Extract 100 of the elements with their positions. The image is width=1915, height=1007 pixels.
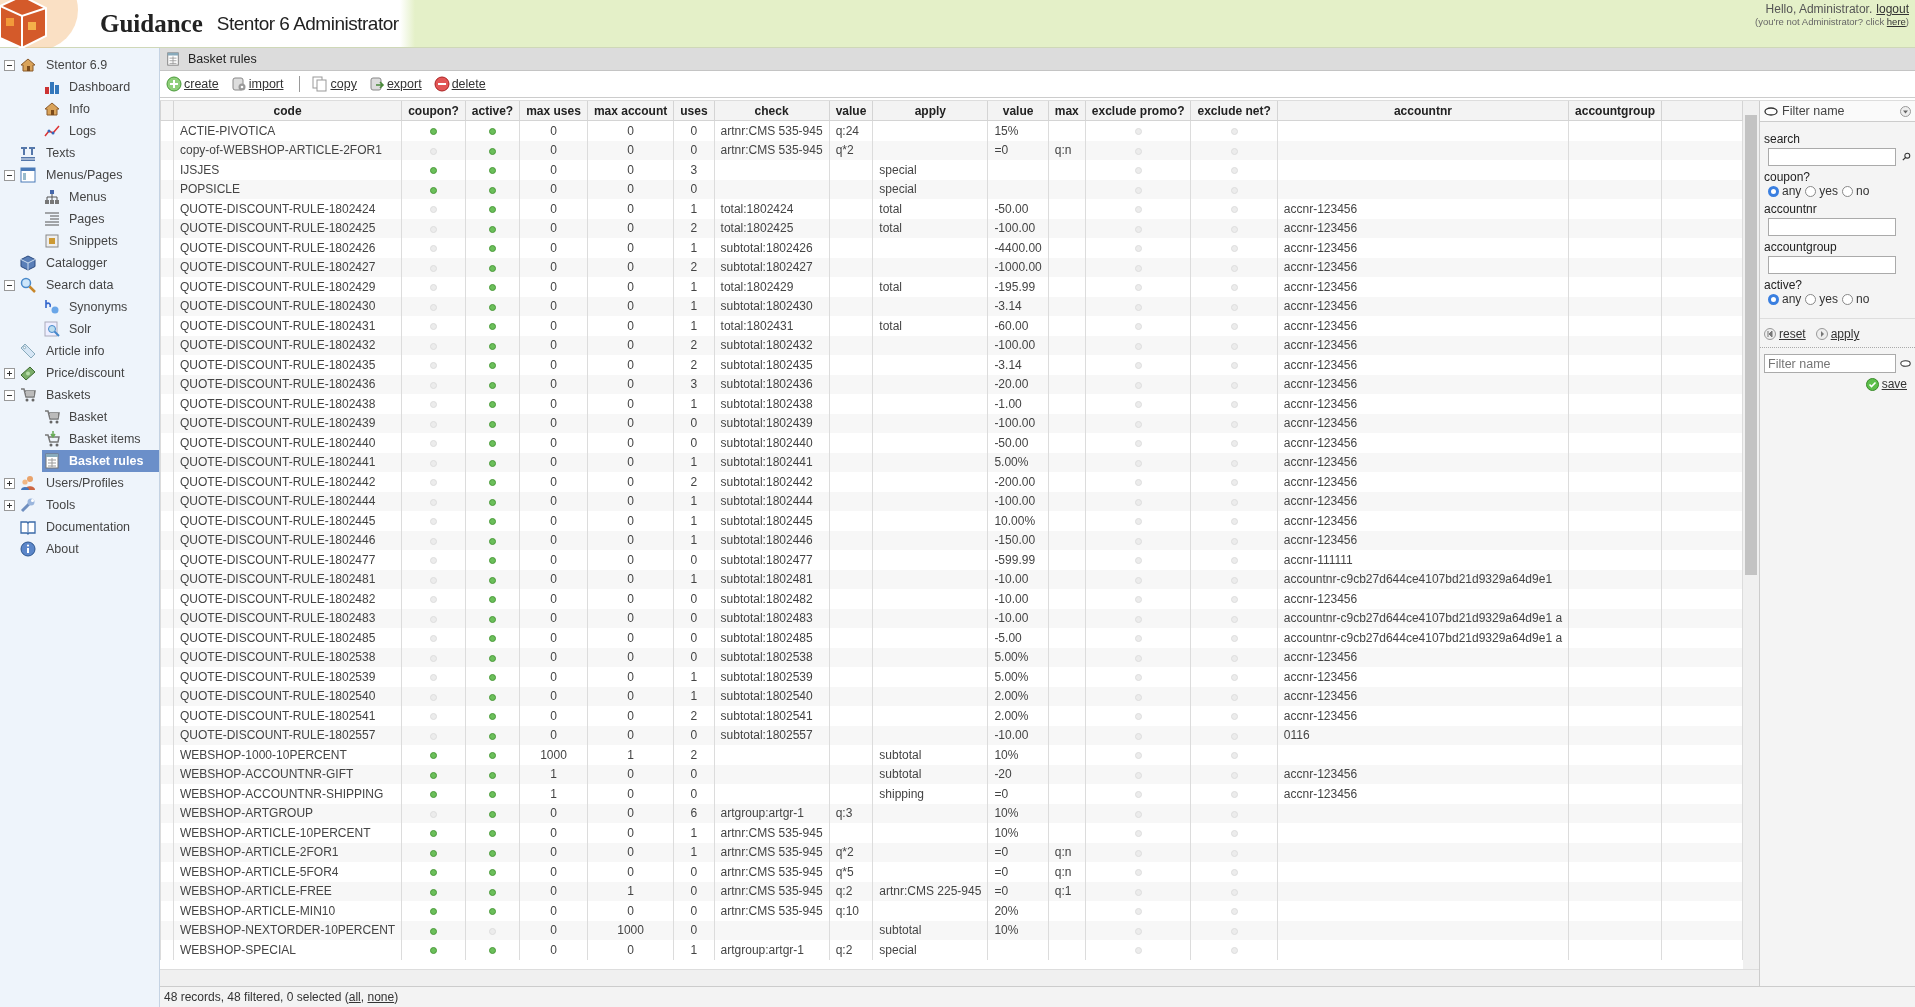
column-header[interactable]: code <box>173 101 402 121</box>
radio-button[interactable] <box>1842 293 1854 305</box>
radio-label[interactable]: no <box>1856 184 1870 198</box>
nav-item[interactable]: Stentor 6.9 <box>42 56 112 74</box>
column-header[interactable]: value <box>987 101 1049 121</box>
radio-button[interactable] <box>1805 293 1817 305</box>
table-cell: 2.00% <box>994 708 1029 723</box>
nav-item[interactable]: Basket items <box>0 428 159 450</box>
expander-icon[interactable] <box>4 499 15 511</box>
radio-label[interactable]: any <box>1782 184 1802 198</box>
logout-link[interactable]: logout <box>1876 2 1909 16</box>
expander-icon[interactable] <box>4 389 15 401</box>
column-header[interactable]: accountnr <box>1277 101 1569 121</box>
column-header[interactable]: check <box>714 101 830 121</box>
table-cell: 2.00% <box>994 689 1029 704</box>
radio-label[interactable]: any <box>1782 292 1802 306</box>
column-header[interactable]: exclude promo? <box>1085 101 1191 121</box>
radio-button[interactable] <box>1768 293 1779 305</box>
column-header[interactable]: accountgroup <box>1568 101 1662 121</box>
toolbar-link[interactable]: export <box>366 74 428 94</box>
search-icon[interactable] <box>1902 150 1911 162</box>
nav-item[interactable]: Dashboard <box>0 76 159 98</box>
nav-item[interactable]: Snippets <box>0 230 159 252</box>
nav-item[interactable]: Info <box>0 98 159 120</box>
input-field[interactable] <box>1768 218 1896 236</box>
search-field[interactable] <box>1768 148 1896 166</box>
column-header[interactable]: uses <box>673 101 715 121</box>
column-header[interactable]: value <box>829 101 873 121</box>
radio-button[interactable] <box>1768 185 1779 197</box>
table-cell: q:n <box>1054 845 1072 860</box>
table-cell: 0 <box>627 825 634 840</box>
table-cell: q*5 <box>835 864 854 879</box>
nav-item[interactable]: Menus/Pages <box>42 166 127 184</box>
brand-name: Guidance <box>100 9 203 38</box>
table-cell: QUOTE-DISCOUNT-RULE-1802481 <box>180 572 376 587</box>
table-cell: QUOTE-DISCOUNT-RULE-1802441 <box>180 455 376 470</box>
toolbar-link[interactable]: import <box>228 74 290 94</box>
table-cell: 0 <box>690 416 698 431</box>
radio-label[interactable]: yes <box>1819 184 1839 198</box>
table-cell: 0 <box>627 416 634 431</box>
radio-label[interactable]: yes <box>1819 292 1839 306</box>
save-link[interactable]: save <box>1865 377 1907 391</box>
nav-item[interactable]: Search data <box>42 276 118 294</box>
filter-name-field[interactable]: Filter name <box>1764 354 1896 373</box>
table-cell: 10.00% <box>994 513 1036 528</box>
check-circle-icon <box>1865 377 1879 391</box>
here-link[interactable]: here <box>1886 16 1906 27</box>
nav-item[interactable]: Basket <box>0 406 159 428</box>
table-cell: 0 <box>550 162 557 177</box>
table-cell: =0 <box>994 864 1009 879</box>
select-all-link[interactable]: all <box>348 990 361 1004</box>
table-cell: 0 <box>627 474 634 489</box>
nav-item[interactable]: About <box>42 540 83 558</box>
toolbar-link[interactable]: delete <box>431 74 492 94</box>
radio-label[interactable]: no <box>1856 292 1870 306</box>
nav-item[interactable]: Solr <box>0 318 159 340</box>
horizontal-scrollbar[interactable] <box>160 969 1759 986</box>
expander-icon[interactable] <box>4 169 15 181</box>
table-cell: accnr-123456 <box>1283 279 1358 294</box>
nav-item[interactable]: Menus <box>0 186 159 208</box>
nav-item[interactable]: Article info <box>42 342 109 360</box>
nav-item[interactable]: Tools <box>42 496 80 514</box>
expander-icon[interactable] <box>4 59 15 71</box>
action-link[interactable]: reset <box>1764 327 1806 341</box>
action-link[interactable]: apply <box>1815 327 1860 341</box>
table-cell: 0 <box>627 299 634 314</box>
dropdown-icon[interactable] <box>1900 105 1911 117</box>
nav-item[interactable]: Baskets <box>42 386 95 404</box>
table-cell: accnr-123456 <box>1283 435 1358 450</box>
nav-item[interactable]: Documentation <box>42 518 135 536</box>
nav-item[interactable]: Logs <box>0 120 159 142</box>
nav-item[interactable]: Users/Profiles <box>42 474 128 492</box>
expander-icon[interactable] <box>4 477 15 489</box>
table-cell: artnr:CMS 535-945 <box>720 903 823 918</box>
nav-item[interactable]: Price/discount <box>42 364 129 382</box>
radio-button[interactable] <box>1805 185 1817 197</box>
column-header[interactable]: active? <box>465 101 520 121</box>
vertical-scrollbar[interactable] <box>1743 101 1759 969</box>
column-header[interactable]: max <box>1048 101 1086 121</box>
table-cell: 0 <box>690 630 698 645</box>
column-header[interactable]: coupon? <box>401 101 466 121</box>
expander-icon[interactable] <box>4 279 15 291</box>
column-header[interactable]: max account <box>587 101 674 121</box>
table-cell: subtotal:1802538 <box>720 650 813 665</box>
column-header[interactable]: max uses <box>519 101 588 121</box>
snippet-icon <box>44 233 60 249</box>
table-cell: 0 <box>550 903 557 918</box>
nav-item[interactable]: Synonyms <box>0 296 159 318</box>
table-cell: 0 <box>627 591 634 606</box>
column-header[interactable]: exclude net? <box>1190 101 1278 121</box>
toolbar-link[interactable]: copy <box>310 74 363 94</box>
table-cell: -195.99 <box>994 279 1036 294</box>
input-field[interactable] <box>1768 256 1896 274</box>
expander-icon[interactable] <box>4 367 15 379</box>
nav-item[interactable]: Texts <box>42 144 80 162</box>
radio-button[interactable] <box>1842 185 1854 197</box>
nav-item[interactable]: Catalogger <box>42 254 112 272</box>
column-header[interactable]: apply <box>872 101 988 121</box>
toolbar-link[interactable]: create <box>164 74 225 94</box>
nav-item[interactable]: Pages <box>0 208 159 230</box>
